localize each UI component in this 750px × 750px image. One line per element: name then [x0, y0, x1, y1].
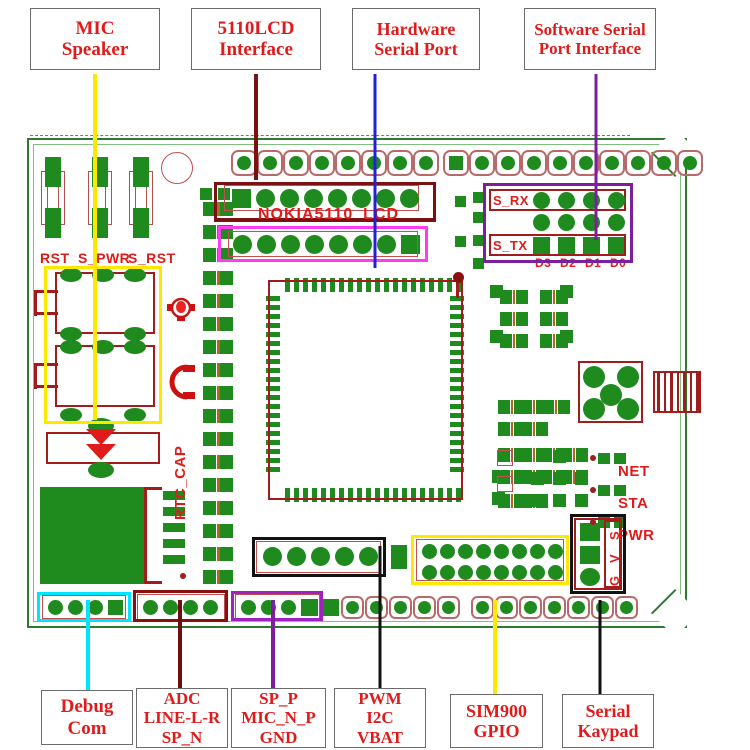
callout-line: Interface	[219, 39, 293, 60]
callout-pwm-i2c[interactable]: PWM I2C VBAT	[334, 688, 426, 748]
callout-line: GPIO	[473, 721, 520, 741]
callout-line: Serial	[585, 700, 631, 721]
callout-serial-keypad[interactable]: Serial Kaypad	[562, 694, 654, 748]
callout-sim900-gpio[interactable]: SIM900 GPIO	[450, 694, 543, 748]
callout-adc-line[interactable]: ADC LINE-L-R SP_N	[136, 688, 228, 748]
callout-line: MIC_N_P	[241, 708, 316, 728]
callout-hardware-serial[interactable]: Hardware Serial Port	[352, 8, 480, 70]
callout-line: I2C	[366, 708, 394, 728]
callout-line: Software Serial	[534, 19, 646, 39]
callout-line: ADC	[163, 689, 201, 709]
callout-line: SP_N	[161, 727, 203, 747]
callout-line: Speaker	[61, 39, 129, 60]
callout-mic-speaker[interactable]: MIC Speaker	[30, 8, 160, 70]
callout-lcd-interface[interactable]: 5110LCD Interface	[191, 8, 321, 70]
callout-line: Com	[67, 717, 107, 739]
callout-sp-mic[interactable]: SP_P MIC_N_P GND	[231, 688, 326, 748]
callout-line: Kaypad	[577, 721, 639, 741]
callout-line: VBAT	[357, 727, 403, 747]
callout-line: SIM900	[465, 700, 527, 721]
callout-line: GND	[259, 727, 298, 747]
pcb-annotation-diagram: RST S_PWR S_RST RTC_CAP NOKIA5110_LCD S_…	[0, 0, 750, 750]
callout-line: Serial Port	[374, 39, 458, 59]
callout-debug-com[interactable]: Debug Com	[41, 690, 133, 745]
callout-line: Port Interface	[538, 39, 642, 58]
callout-software-serial[interactable]: Software Serial Port Interface	[524, 8, 656, 70]
callout-line: Debug	[60, 696, 114, 718]
callout-line: 5110LCD	[217, 17, 295, 39]
leader-lines	[86, 74, 602, 694]
callout-line: MIC	[75, 17, 115, 39]
callout-line: Hardware	[376, 18, 456, 39]
callout-line: PWM	[358, 689, 402, 709]
callout-line: SP_P	[259, 689, 298, 709]
callout-line: LINE-L-R	[143, 708, 221, 728]
